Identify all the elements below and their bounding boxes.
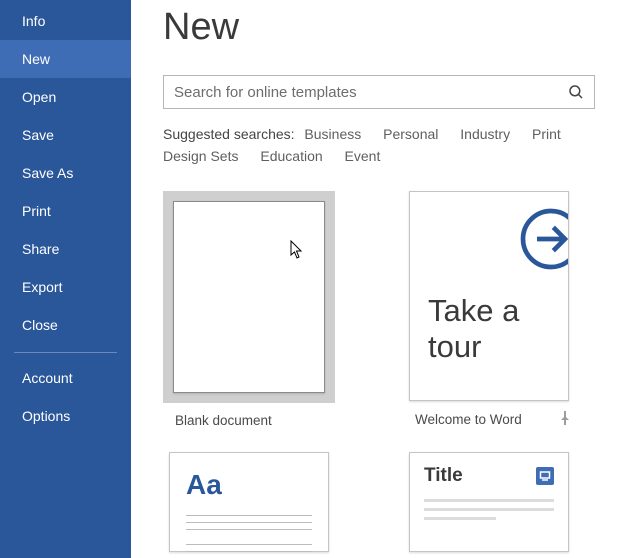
template-welcome-label: Welcome to Word [415, 412, 522, 427]
page-title: New [163, 6, 622, 49]
template-tour-thumb: Take a tour [409, 191, 569, 401]
sidebar-item-save-as[interactable]: Save As [0, 154, 131, 192]
sidebar-item-print[interactable]: Print [0, 192, 131, 230]
gray-lines-icon [424, 499, 554, 520]
template-single-spaced[interactable]: Aa [163, 452, 335, 552]
template-search-input[interactable] [164, 84, 558, 101]
search-icon [567, 83, 585, 101]
screen-badge-icon [536, 467, 554, 485]
suggested-label: Suggested searches: [163, 126, 295, 142]
ruled-lines-icon [186, 515, 312, 558]
suggested-link-design-sets[interactable]: Design Sets [163, 145, 238, 167]
sidebar-item-options[interactable]: Options [0, 397, 131, 435]
backstage-sidebar: Info New Open Save Save As Print Share E… [0, 0, 131, 558]
template-aa-heading: Aa [186, 469, 312, 501]
suggested-link-personal[interactable]: Personal [383, 123, 438, 145]
pin-icon[interactable] [559, 411, 571, 428]
suggested-link-education[interactable]: Education [260, 145, 322, 167]
template-search-box [163, 75, 595, 109]
template-blank-thumb [173, 201, 325, 393]
sidebar-item-save[interactable]: Save [0, 116, 131, 154]
search-button[interactable] [558, 76, 594, 108]
template-grid: Blank document Take a tour Welcome to Wo… [163, 191, 622, 552]
sidebar-item-open[interactable]: Open [0, 78, 131, 116]
sidebar-item-info[interactable]: Info [0, 2, 131, 40]
template-tour-text: Take a tour [410, 287, 568, 365]
template-blank-label: Blank document [163, 413, 335, 428]
suggested-link-event[interactable]: Event [345, 145, 381, 167]
sidebar-item-share[interactable]: Share [0, 230, 131, 268]
suggested-link-business[interactable]: Business [304, 123, 361, 145]
suggested-link-industry[interactable]: Industry [460, 123, 510, 145]
new-panel: New Suggested searches: Business Persona… [131, 0, 622, 558]
cursor-arrow-icon [290, 240, 306, 260]
sidebar-item-close[interactable]: Close [0, 306, 131, 344]
sidebar-item-account[interactable]: Account [0, 359, 131, 397]
template-title-heading[interactable]: Title [403, 452, 575, 552]
template-title-heading-text: Title [424, 465, 463, 487]
template-blank-document[interactable]: Blank document [163, 191, 335, 428]
template-welcome-to-word[interactable]: Take a tour Welcome to Word [403, 191, 575, 428]
sidebar-item-export[interactable]: Export [0, 268, 131, 306]
template-title-thumb: Title [409, 452, 569, 552]
suggested-link-print[interactable]: Print [532, 123, 561, 145]
arrow-right-circle-icon [516, 204, 568, 274]
suggested-searches: Suggested searches: Business Personal In… [163, 123, 603, 167]
sidebar-divider [14, 352, 117, 353]
template-aa-thumb: Aa [169, 452, 329, 552]
sidebar-item-new[interactable]: New [0, 40, 131, 78]
